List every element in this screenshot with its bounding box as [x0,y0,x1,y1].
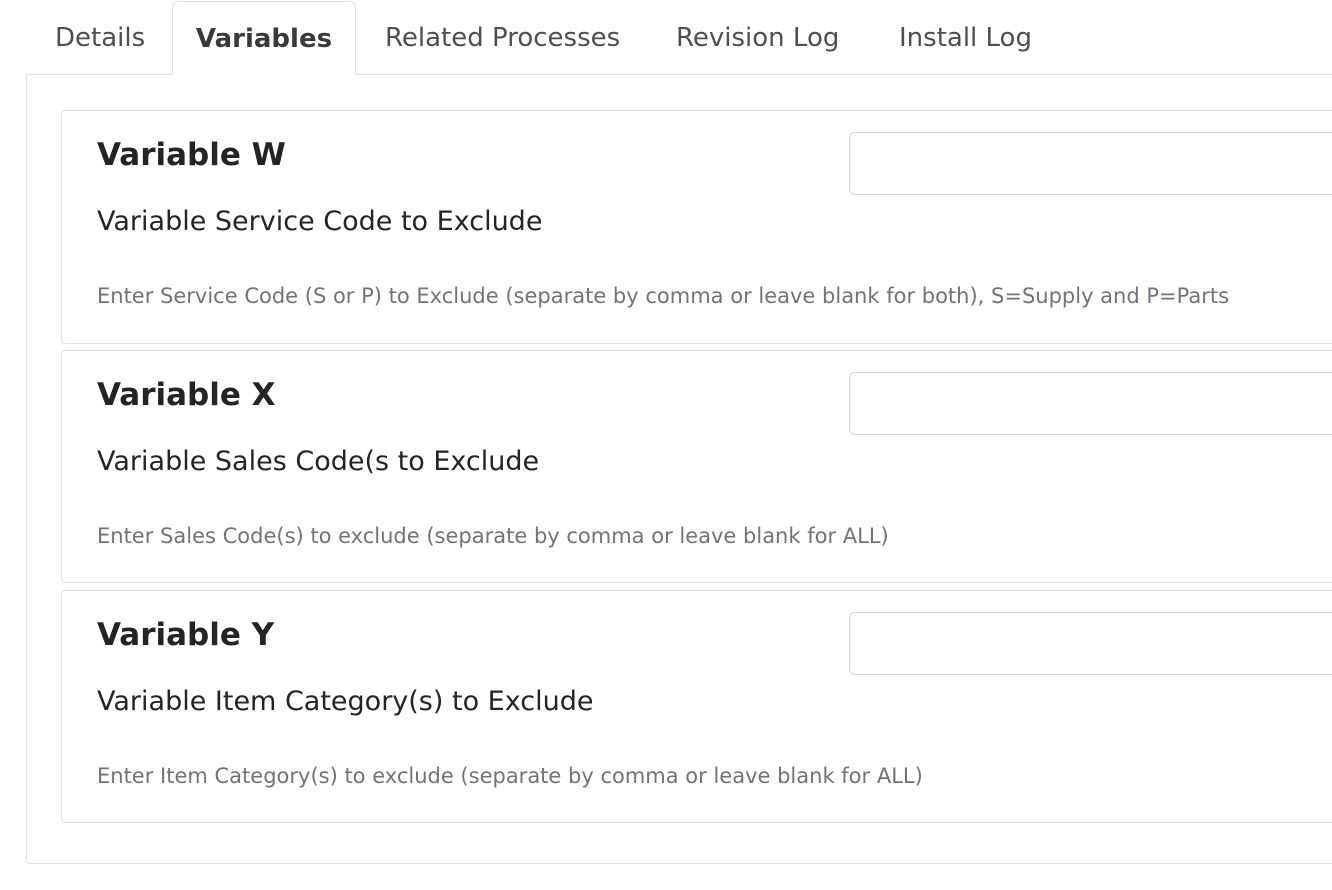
variable-help-text: Enter Item Category(s) to exclude (separ… [97,764,923,788]
variable-x-input[interactable] [849,372,1332,435]
variable-label: Variable Service Code to Exclude [97,206,543,237]
variable-help-text: Enter Sales Code(s) to exclude (separate… [97,524,889,548]
tab-variables[interactable]: Variables [172,1,356,75]
variable-card-x: Variable X Variable Sales Code(s to Excl… [61,350,1332,583]
tab-details[interactable]: Details [55,1,145,75]
variable-label: Variable Item Category(s) to Exclude [97,686,594,717]
variable-y-input[interactable] [849,612,1332,675]
tab-bar: Details Variables Related Processes Revi… [0,0,1332,75]
tab-install-log[interactable]: Install Log [899,1,1032,75]
variable-card-y: Variable Y Variable Item Category(s) to … [61,590,1332,823]
tab-related-processes[interactable]: Related Processes [385,1,620,75]
variable-title: Variable X [97,377,276,413]
variable-label: Variable Sales Code(s to Exclude [97,446,540,477]
variable-title: Variable Y [97,617,275,653]
variable-w-input[interactable] [849,132,1332,195]
variable-title: Variable W [97,137,286,173]
variable-help-text: Enter Service Code (S or P) to Exclude (… [97,284,1230,308]
tab-revision-log[interactable]: Revision Log [676,1,839,75]
variable-card-w: Variable W Variable Service Code to Excl… [61,110,1332,344]
